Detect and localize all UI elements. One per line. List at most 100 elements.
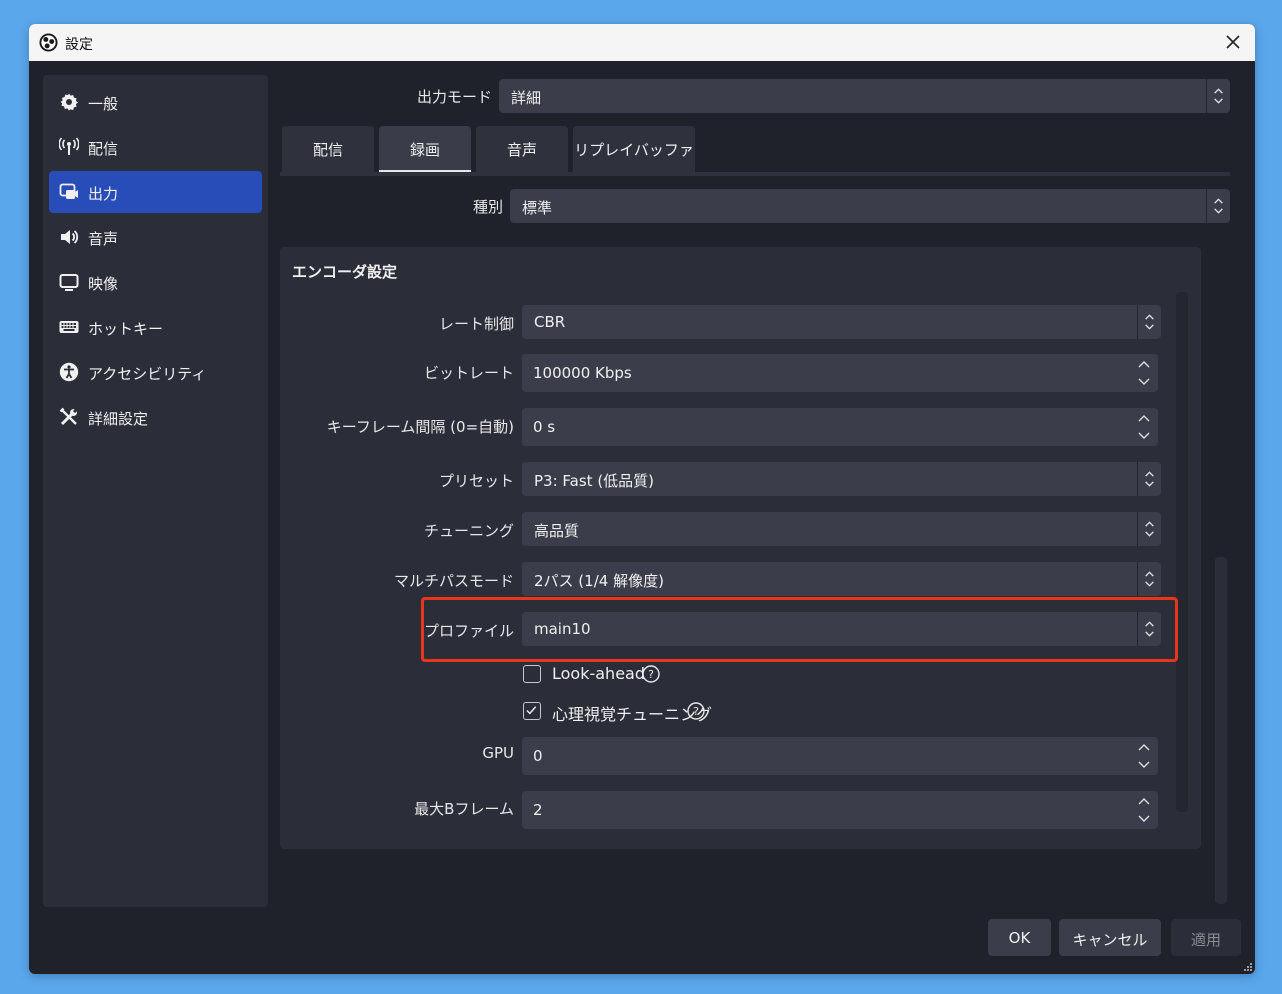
bitrate-spinbox[interactable]: 100000 Kbps <box>522 354 1158 392</box>
sidebar-item-general[interactable]: 一般 <box>49 81 262 123</box>
updown-arrows-icon <box>1206 79 1223 113</box>
encoder-settings-title: エンコーダ設定 <box>292 263 398 281</box>
sidebar-item-label: 音声 <box>88 230 119 248</box>
ok-button[interactable]: OK <box>988 919 1051 956</box>
max-bframes-label: 最大Bフレーム <box>414 800 514 818</box>
spin-arrows-icon[interactable] <box>1134 408 1154 446</box>
tab-replay-buffer[interactable]: リプレイバッファ <box>573 126 695 172</box>
output-mode-label: 出力モード <box>416 88 492 106</box>
tools-icon <box>59 407 77 426</box>
tab-label: 配信 <box>312 141 343 159</box>
checkbox-box[interactable] <box>523 665 541 683</box>
help-icon[interactable]: ? <box>687 702 705 720</box>
gear-icon <box>60 93 78 111</box>
type-value: 標準 <box>522 199 553 217</box>
cancel-button[interactable]: キャンセル <box>1059 919 1161 956</box>
sidebar-item-label: 出力 <box>88 185 119 203</box>
updown-arrows-icon <box>1137 512 1154 546</box>
sidebar-item-label: ホットキー <box>88 320 164 338</box>
tab-label: リプレイバッファ <box>574 141 694 159</box>
sidebar-item-output[interactable]: 出力 <box>49 171 262 213</box>
tuning-label: チューニング <box>423 522 514 540</box>
keyframe-value: 0 s <box>533 418 556 436</box>
updown-arrows-icon <box>1137 562 1154 596</box>
window-title: 設定 <box>65 37 93 53</box>
rate-control-label: レート制御 <box>438 315 514 333</box>
output-mode-dropdown[interactable]: 詳細 <box>499 79 1230 113</box>
type-dropdown[interactable]: 標準 <box>510 189 1230 223</box>
obs-logo-icon <box>39 33 58 52</box>
preset-value: P3: Fast (低品質) <box>534 472 655 490</box>
help-icon[interactable]: ? <box>642 665 660 683</box>
bitrate-label: ビットレート <box>423 364 514 382</box>
lookahead-label: Look-ahead <box>552 664 645 683</box>
profile-label: プロファイル <box>423 622 514 640</box>
gpu-spinbox[interactable]: 0 <box>522 737 1158 775</box>
settings-sidebar: 一般 配信 出力 音声 映像 ホットキー アクセシビリティ 詳細設定 <box>43 75 268 907</box>
sidebar-item-video[interactable]: 映像 <box>49 261 262 303</box>
sidebar-item-audio[interactable]: 音声 <box>49 216 262 258</box>
tuning-value: 高品質 <box>534 522 580 540</box>
keyboard-icon <box>59 321 79 333</box>
sidebar-item-accessibility[interactable]: アクセシビリティ <box>49 351 262 393</box>
preset-label: プリセット <box>438 472 514 490</box>
type-label: 種別 <box>472 198 503 216</box>
keyframe-label: キーフレーム間隔 (0=自動) <box>326 418 514 436</box>
tab-audio[interactable]: 音声 <box>476 126 568 172</box>
spin-arrows-icon[interactable] <box>1134 354 1154 392</box>
speaker-icon <box>61 230 79 244</box>
sidebar-item-label: 一般 <box>88 95 119 113</box>
rate-control-value: CBR <box>534 313 566 331</box>
sidebar-item-advanced[interactable]: 詳細設定 <box>49 396 262 438</box>
rate-control-dropdown[interactable]: CBR <box>522 305 1161 339</box>
profile-value: main10 <box>534 620 591 638</box>
output-mode-value: 詳細 <box>511 89 542 107</box>
tab-divider <box>280 172 1230 176</box>
apply-label: 適用 <box>1190 931 1221 949</box>
accessibility-icon <box>59 362 79 382</box>
antenna-icon <box>59 137 79 155</box>
tuning-dropdown[interactable]: 高品質 <box>522 512 1161 546</box>
max-bframes-value: 2 <box>533 801 543 819</box>
profile-dropdown[interactable]: main10 <box>522 612 1161 646</box>
close-icon[interactable] <box>1223 32 1243 52</box>
resize-grip-icon[interactable] <box>1241 960 1253 972</box>
sidebar-item-hotkeys[interactable]: ホットキー <box>49 306 262 348</box>
svg-text:?: ? <box>648 668 654 681</box>
gpu-label: GPU <box>482 744 514 762</box>
multipass-label: マルチパスモード <box>393 572 514 590</box>
sidebar-item-stream[interactable]: 配信 <box>49 126 262 168</box>
output-icon <box>59 183 78 199</box>
apply-button[interactable]: 適用 <box>1171 919 1241 956</box>
tab-label: 音声 <box>506 141 537 159</box>
max-bframes-spinbox[interactable]: 2 <box>522 791 1158 829</box>
sidebar-item-label: 映像 <box>88 275 119 293</box>
multipass-value: 2パス (1/4 解像度) <box>534 572 664 590</box>
ok-label: OK <box>1008 929 1031 947</box>
keyframe-spinbox[interactable]: 0 s <box>522 408 1158 446</box>
tab-label: 録画 <box>409 141 440 159</box>
tab-stream[interactable]: 配信 <box>282 126 374 172</box>
sidebar-item-label: 詳細設定 <box>88 410 149 428</box>
updown-arrows-icon <box>1137 612 1154 646</box>
settings-window: 設定 一般 配信 出力 音声 映像 ホットキー アクセシビリティ 詳細設定 出力… <box>29 24 1255 974</box>
inner-scrollbar[interactable] <box>1176 292 1188 812</box>
tab-recording[interactable]: 録画 <box>379 126 471 172</box>
gpu-value: 0 <box>533 747 543 765</box>
multipass-dropdown[interactable]: 2パス (1/4 解像度) <box>522 562 1161 596</box>
outer-scrollbar[interactable] <box>1215 557 1227 904</box>
sidebar-item-label: アクセシビリティ <box>88 365 207 383</box>
preset-dropdown[interactable]: P3: Fast (低品質) <box>522 462 1161 496</box>
checkbox-box[interactable] <box>523 702 541 720</box>
spin-arrows-icon[interactable] <box>1134 791 1154 829</box>
updown-arrows-icon <box>1206 189 1223 223</box>
svg-text:?: ? <box>693 705 699 718</box>
monitor-icon <box>59 274 79 291</box>
cancel-label: キャンセル <box>1072 931 1148 949</box>
sidebar-item-label: 配信 <box>88 140 119 158</box>
title-bar: 設定 <box>29 24 1255 61</box>
bitrate-value: 100000 Kbps <box>533 364 632 382</box>
updown-arrows-icon <box>1137 305 1154 339</box>
updown-arrows-icon <box>1137 462 1154 496</box>
spin-arrows-icon[interactable] <box>1134 737 1154 775</box>
